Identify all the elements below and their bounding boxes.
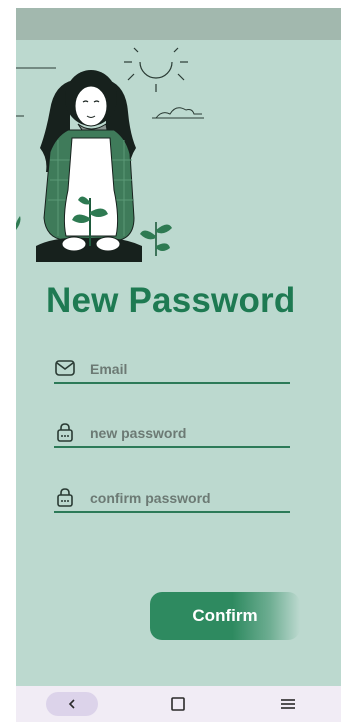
- lock-icon: [57, 423, 73, 442]
- chevron-left-icon: [68, 699, 75, 709]
- confirm-password-input[interactable]: [90, 489, 280, 507]
- email-input[interactable]: [90, 360, 280, 378]
- back-button[interactable]: [46, 692, 98, 716]
- menu-button[interactable]: [268, 692, 308, 716]
- system-nav-bar: [16, 686, 341, 722]
- lock-icon: [57, 488, 73, 507]
- new-password-input[interactable]: [90, 424, 280, 442]
- new-password-field[interactable]: [54, 418, 290, 448]
- email-field[interactable]: [54, 354, 290, 384]
- hamburger-icon: [281, 699, 295, 709]
- cloud-icon: [155, 107, 202, 119]
- home-button[interactable]: [158, 692, 198, 716]
- envelope-icon: [55, 360, 75, 376]
- app-screen: New Password Confirm: [16, 8, 341, 722]
- status-bar: [16, 8, 341, 40]
- page-title: New Password: [46, 281, 296, 320]
- square-icon: [171, 697, 185, 711]
- gardener-illustration: [16, 47, 204, 262]
- sun-icon: [124, 47, 188, 92]
- confirm-button[interactable]: Confirm: [150, 592, 300, 640]
- confirm-password-field[interactable]: [54, 483, 290, 513]
